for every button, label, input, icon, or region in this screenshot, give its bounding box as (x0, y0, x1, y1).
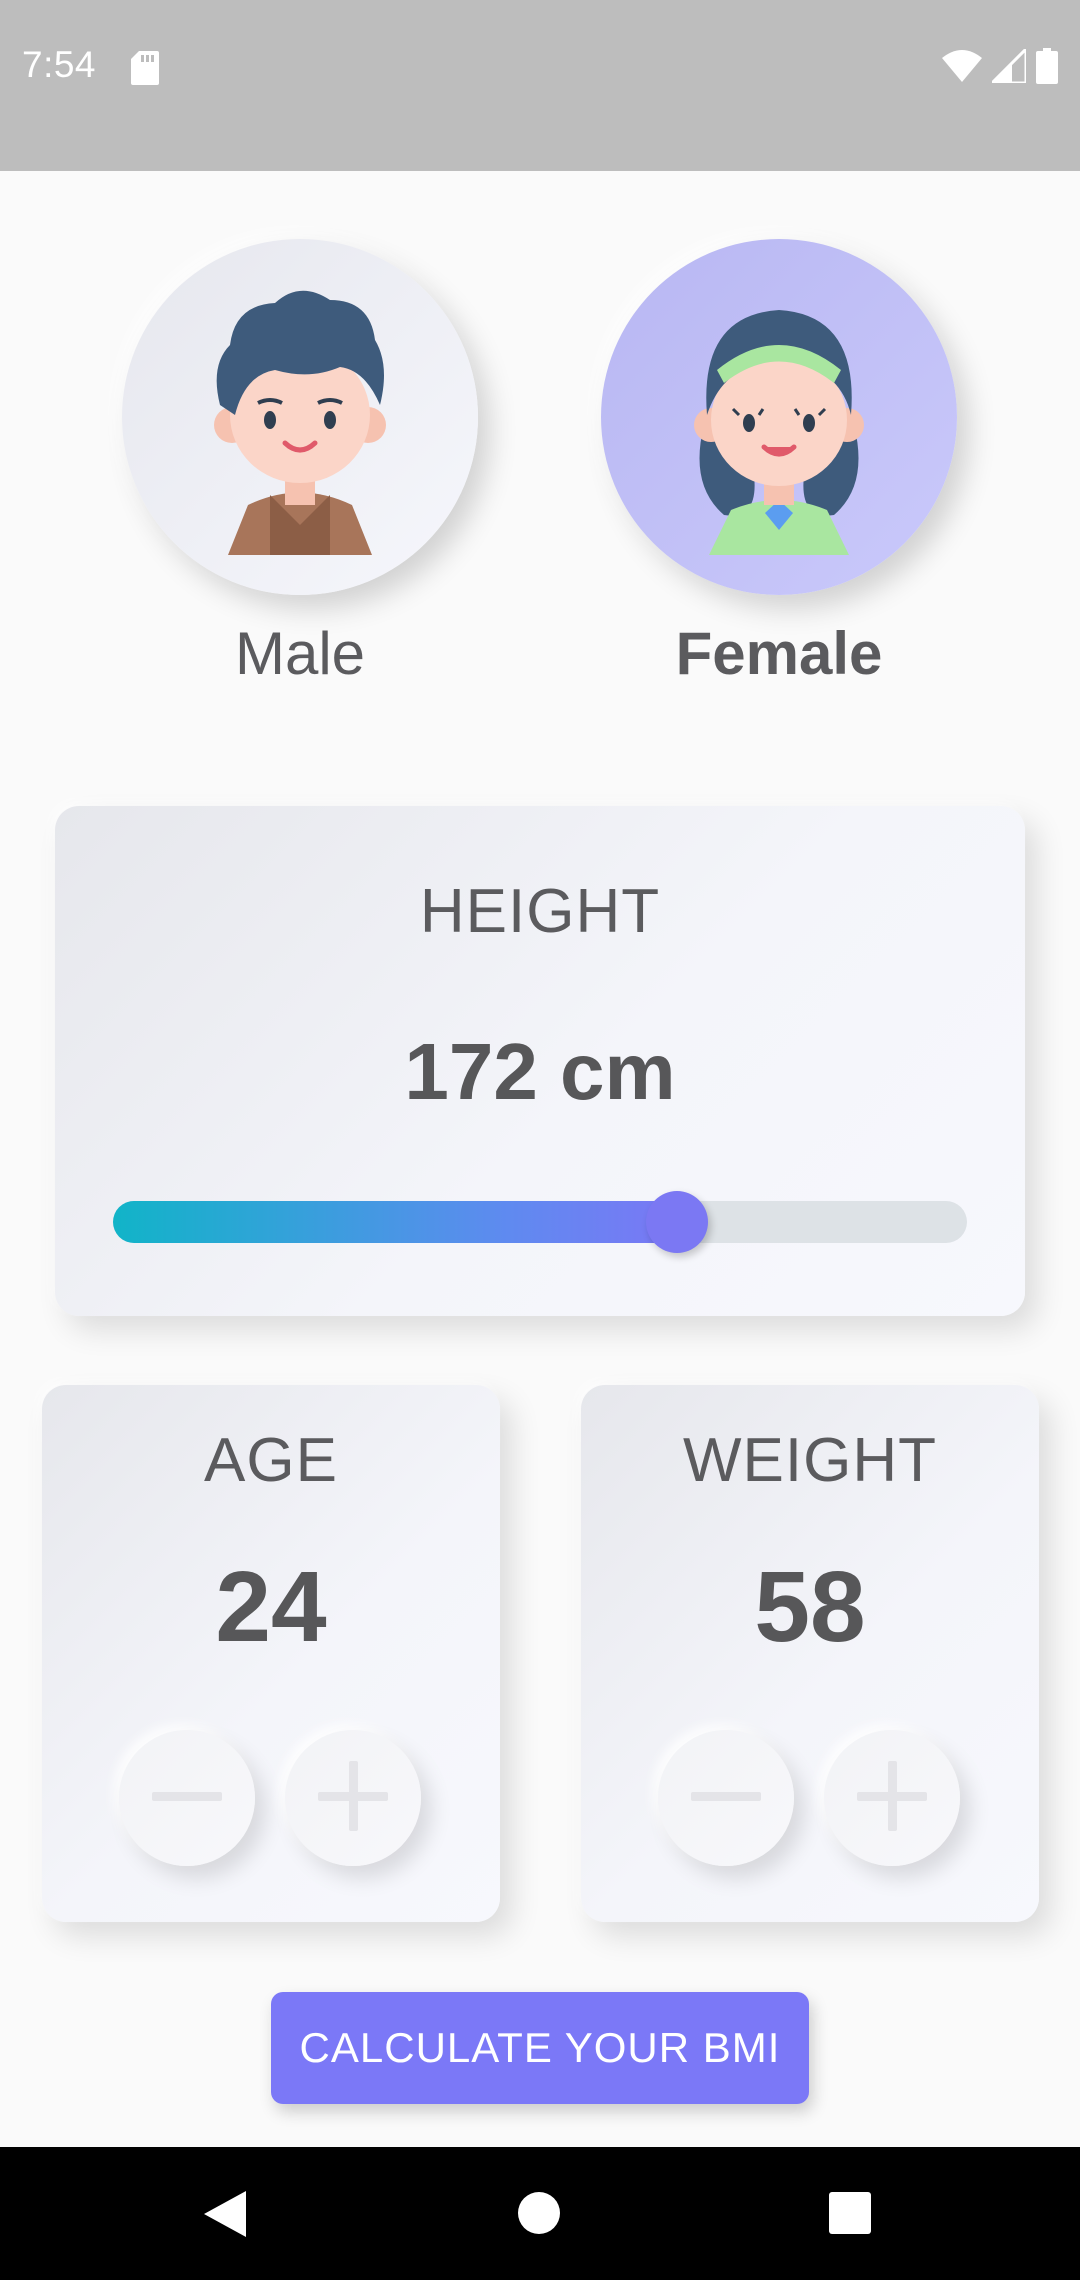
slider-fill (113, 1201, 677, 1243)
plus-icon (318, 1760, 388, 1836)
height-value: 172 cm (404, 1027, 676, 1116)
male-label: Male (234, 620, 366, 687)
recents-icon[interactable] (828, 2191, 872, 2240)
age-card: AGE 24 (42, 1385, 500, 1922)
weight-title: WEIGHT (683, 1426, 937, 1495)
age-title: AGE (204, 1426, 338, 1495)
gender-female-option[interactable]: Female (601, 239, 957, 688)
status-bar: 7:54 (0, 0, 1080, 171)
navigation-bar (0, 2147, 1080, 2280)
female-avatar-icon (669, 275, 889, 560)
slider-thumb[interactable] (645, 1191, 708, 1253)
minus-icon (152, 1789, 222, 1807)
height-slider[interactable] (113, 1191, 967, 1253)
minus-icon (691, 1789, 761, 1807)
female-label: Female (675, 620, 883, 687)
male-avatar-icon (190, 275, 410, 560)
weight-decrement-button[interactable] (658, 1730, 794, 1866)
sd-card-icon (131, 51, 159, 90)
age-increment-button[interactable] (285, 1730, 421, 1866)
signal-icon (988, 45, 1028, 88)
battery-icon (1036, 48, 1058, 89)
calculate-bmi-button[interactable]: CALCULATE YOUR BMI (271, 1992, 809, 2104)
back-icon[interactable] (204, 2191, 246, 2242)
male-avatar-button[interactable] (122, 239, 478, 595)
weight-increment-button[interactable] (824, 1730, 960, 1866)
status-time: 7:54 (22, 44, 97, 85)
height-title: HEIGHT (419, 877, 661, 946)
plus-icon (857, 1760, 927, 1836)
status-icons (942, 45, 1058, 89)
gender-male-option[interactable]: Male (122, 239, 478, 688)
age-decrement-button[interactable] (119, 1730, 255, 1866)
main-content: Male Female HEIGHT 172 cm AGE 24 WEIGHT … (0, 171, 1080, 2147)
female-avatar-button[interactable] (601, 239, 957, 595)
height-card: HEIGHT 172 cm (55, 806, 1025, 1316)
age-value: 24 (215, 1551, 327, 1663)
home-icon[interactable] (517, 2191, 561, 2240)
wifi-icon (942, 50, 982, 87)
weight-card: WEIGHT 58 (581, 1385, 1039, 1922)
weight-value: 58 (754, 1551, 866, 1663)
